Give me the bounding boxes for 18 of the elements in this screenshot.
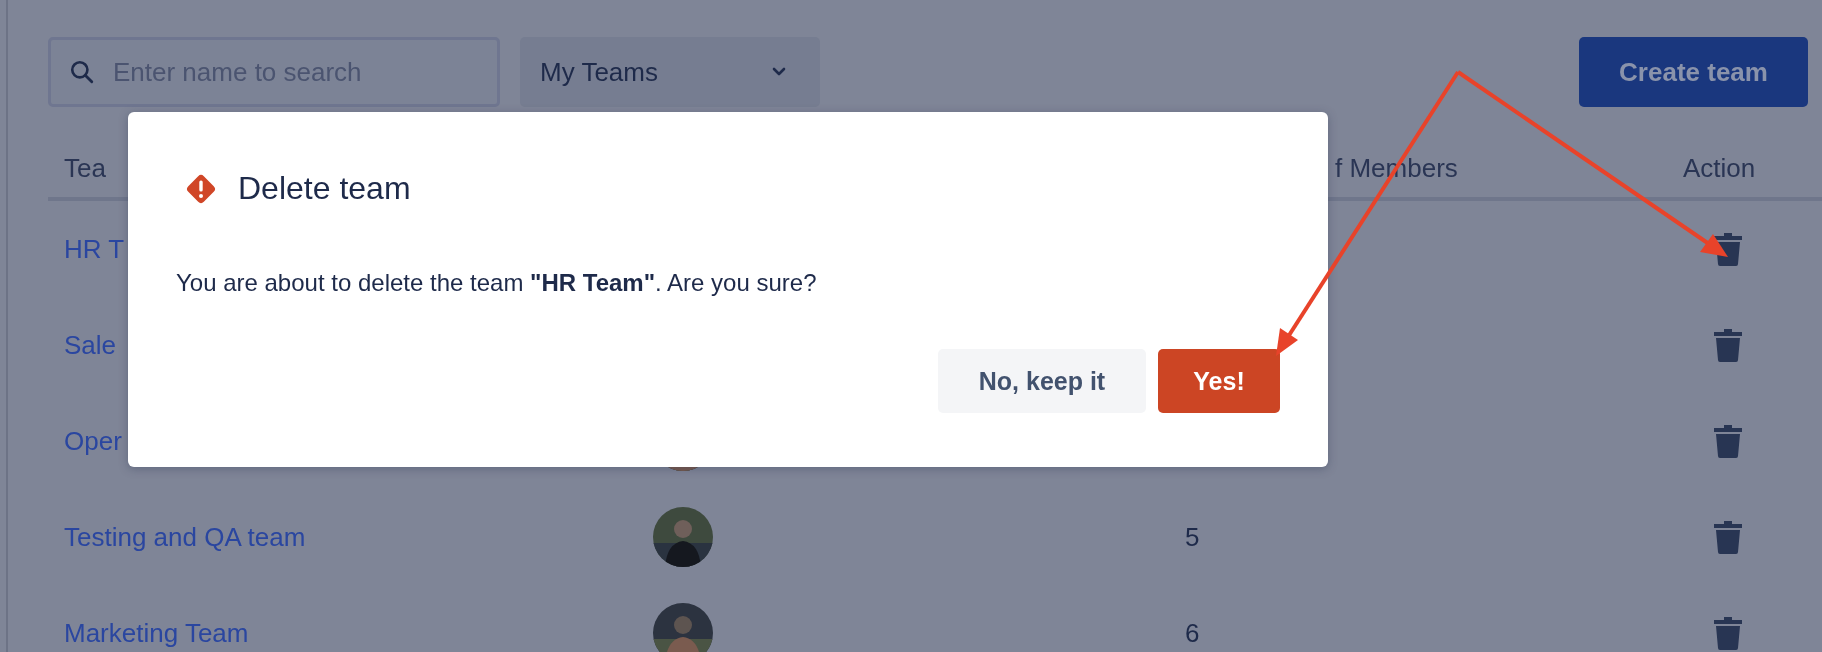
column-header: Tea	[64, 153, 106, 184]
trash-icon[interactable]	[1713, 328, 1743, 362]
column-header: Action	[1683, 153, 1756, 184]
member-count: 6	[1185, 617, 1200, 648]
dialog-message: You are about to delete the team "HR Team". Are you sure?	[176, 269, 818, 297]
chevron-down-icon	[772, 67, 786, 77]
cancel-button[interactable]: No, keep it	[938, 349, 1146, 413]
trash-icon[interactable]	[1713, 520, 1743, 554]
create-team-button[interactable]: Create team	[1579, 37, 1808, 107]
team-filter-dropdown[interactable]: My Teams	[520, 37, 820, 107]
member-count: 5	[1185, 521, 1200, 552]
confirm-button[interactable]: Yes!	[1158, 349, 1280, 413]
team-name-link[interactable]: Marketing Team	[64, 617, 653, 649]
trash-icon[interactable]	[1713, 616, 1743, 650]
trash-icon[interactable]	[1713, 424, 1743, 458]
dialog-title: Delete team	[238, 170, 411, 207]
team-name-link[interactable]: Testing and QA team	[64, 521, 653, 553]
search-icon	[69, 59, 95, 85]
